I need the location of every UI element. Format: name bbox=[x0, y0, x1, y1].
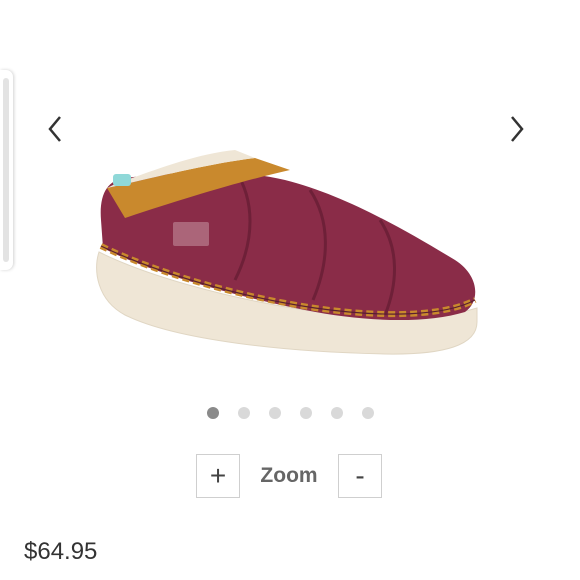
scrollbar-thumb[interactable] bbox=[3, 78, 9, 262]
pagination-dot-1[interactable] bbox=[206, 407, 219, 419]
product-price: $64.95 bbox=[24, 538, 98, 565]
chevron-left-icon bbox=[48, 116, 61, 142]
zoom-controls: + Zoom - bbox=[196, 453, 382, 499]
zoom-out-button[interactable]: - bbox=[338, 454, 382, 498]
pagination-dot-3[interactable] bbox=[268, 407, 281, 419]
pagination-dot-5[interactable] bbox=[330, 407, 343, 419]
pagination-dot-2[interactable] bbox=[237, 407, 250, 419]
zoom-in-button[interactable]: + bbox=[196, 454, 240, 498]
zoom-label: Zoom bbox=[260, 464, 318, 487]
pagination-dot-6[interactable] bbox=[361, 407, 374, 419]
previous-image-button[interactable] bbox=[40, 112, 70, 146]
image-pagination bbox=[0, 407, 580, 421]
scrollbar[interactable] bbox=[0, 70, 13, 270]
next-image-button[interactable] bbox=[502, 112, 532, 146]
chevron-right-icon bbox=[511, 116, 524, 142]
product-image[interactable] bbox=[85, 140, 495, 380]
pagination-dot-4[interactable] bbox=[299, 407, 312, 419]
